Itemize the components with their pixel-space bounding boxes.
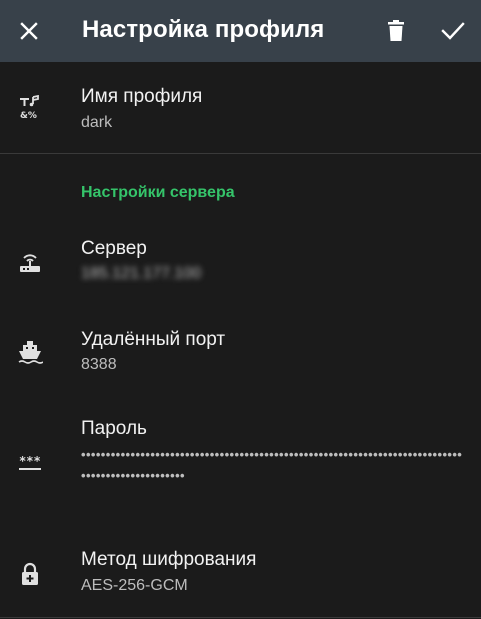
lock-icon [14,558,46,590]
encryption-method-value: AES-256-GCM [81,577,188,594]
svg-text:&%: &% [20,111,37,121]
server-item[interactable]: Сервер 185.121.177.100 [0,220,481,310]
router-icon [14,246,46,278]
text-format-icon: &% [14,92,46,124]
confirm-button[interactable] [427,0,479,62]
password-icon: *** [14,447,46,479]
server-value: 185.121.177.100 [81,265,202,282]
section-divider [0,153,481,154]
bottom-divider [0,617,481,618]
ship-icon [14,336,46,368]
delete-button[interactable] [370,0,422,62]
server-label: Сервер [81,238,147,259]
close-icon [20,22,38,40]
encryption-method-item[interactable]: Метод шифрования AES-256-GCM [0,525,481,617]
check-icon [441,22,465,40]
page-title: Настройка профиля [82,16,325,43]
svg-text:***: *** [19,454,41,468]
profile-name-value: dark [81,114,113,131]
profile-name-label: Имя профиля [81,86,203,107]
remote-port-label: Удалённый порт [81,329,226,350]
close-button[interactable] [3,0,55,62]
profile-name-item[interactable]: &% Имя профиля dark [0,62,481,153]
password-label: Пароль [81,418,147,439]
trash-icon [388,20,404,41]
remote-port-item[interactable]: Удалённый порт 8388 [0,310,481,395]
encryption-method-label: Метод шифрования [81,549,257,570]
server-settings-header: Настройки сервера [81,184,235,201]
app-bar: Настройка профиля [0,0,481,62]
remote-port-value: 8388 [81,356,117,373]
password-value: ••••••••••••••••••••••••••••••••••••••••… [81,447,463,483]
